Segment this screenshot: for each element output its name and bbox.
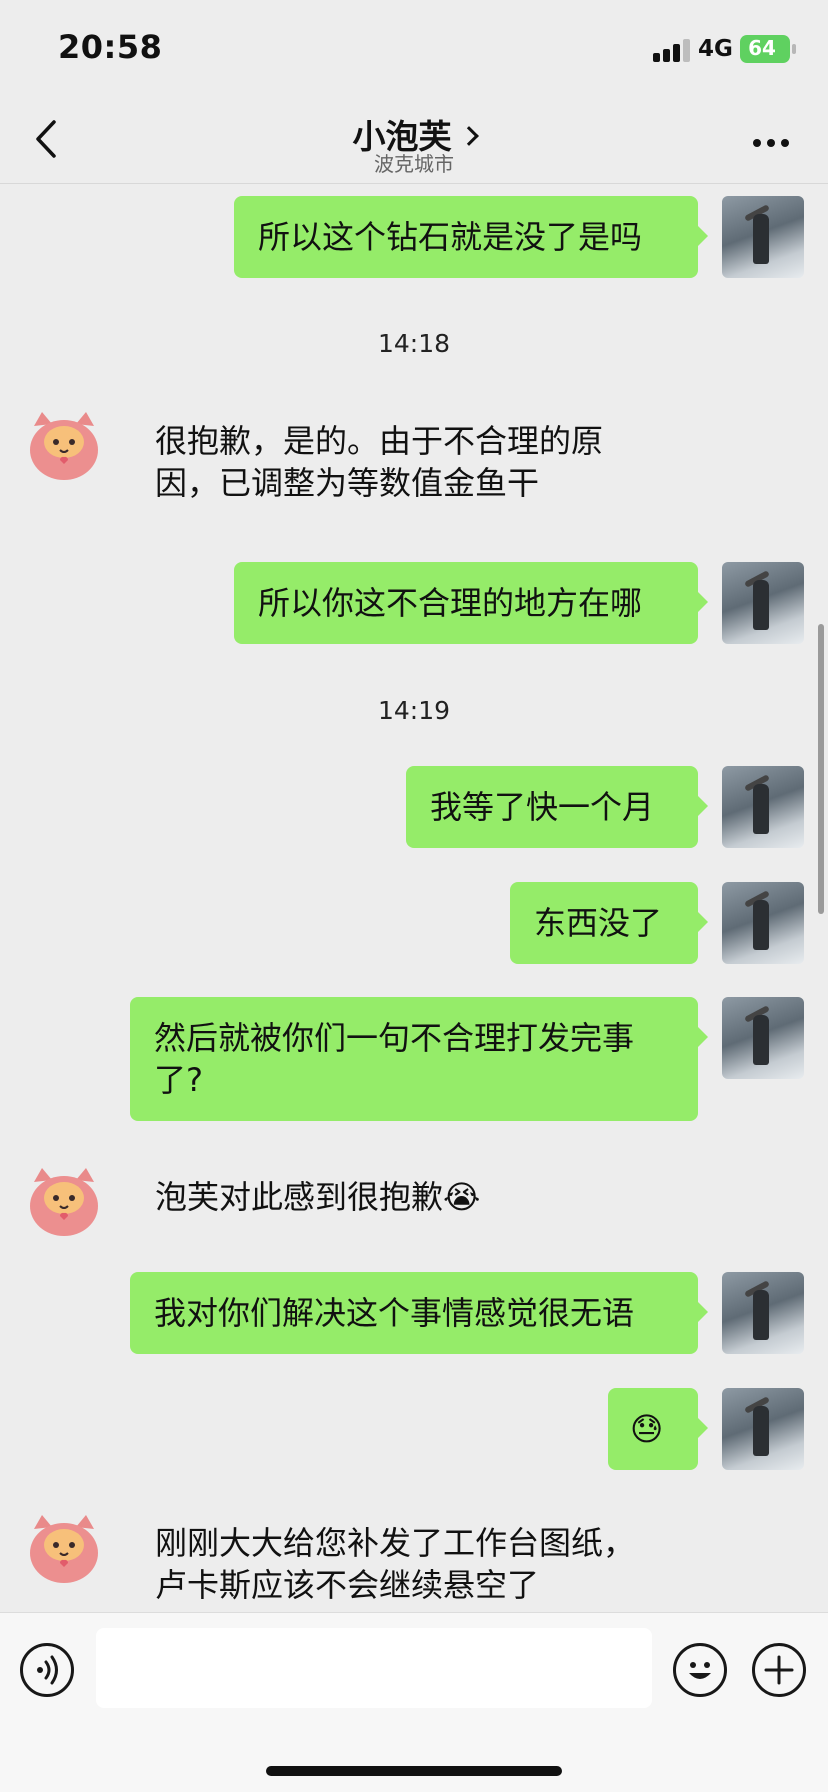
avatar[interactable]: [722, 196, 804, 278]
timestamp: 14:18: [377, 329, 451, 358]
signal-icon: [653, 38, 691, 62]
chevron-right-icon: [458, 126, 479, 146]
message-bubble-sent[interactable]: 所以你这不合理的地方在哪: [234, 562, 708, 644]
chevron-left-icon: [36, 120, 56, 158]
voice-button[interactable]: [20, 1643, 74, 1697]
message-bubble-received[interactable]: 很抱歉，是的。由于不合理的原 因，已调整为等数值金鱼干: [155, 420, 675, 504]
add-button[interactable]: [752, 1643, 806, 1697]
chat-header: 小泡芙 波克城市: [0, 100, 828, 184]
message-bubble-sent[interactable]: 东西没了: [510, 882, 708, 964]
back-button[interactable]: [24, 114, 74, 164]
message-input[interactable]: [96, 1628, 652, 1708]
message-bubble-received[interactable]: 泡芙对此感到很抱歉😭: [155, 1176, 675, 1218]
avatar[interactable]: [722, 1272, 804, 1354]
avatar-cat-icon[interactable]: [24, 1162, 104, 1242]
status-bar: 20:58 4G 64: [0, 0, 828, 100]
plus-icon: [764, 1655, 794, 1685]
home-indicator[interactable]: [266, 1766, 562, 1776]
avatar[interactable]: [722, 997, 804, 1079]
avatar[interactable]: [722, 562, 804, 644]
network-type: 4G: [698, 36, 733, 62]
message-list[interactable]: 所以这个钻石就是没了是吗 14:18 很抱歉，是的。由于不合理的原 因，已调整为…: [0, 184, 828, 1612]
emoji-button[interactable]: [673, 1643, 727, 1697]
smiley-icon: [689, 1662, 711, 1679]
battery-level: 64: [748, 36, 776, 60]
ellipsis-icon: [753, 139, 761, 147]
battery-icon: 64: [740, 35, 796, 63]
chat-subtitle: 波克城市: [374, 152, 454, 176]
avatar[interactable]: [722, 766, 804, 848]
more-button[interactable]: [745, 117, 797, 165]
message-bubble-sent-emoji[interactable]: 😓: [608, 1388, 708, 1470]
message-bubble-sent[interactable]: 我等了快一个月: [406, 766, 708, 848]
avatar[interactable]: [722, 1388, 804, 1470]
timestamp: 14:19: [377, 696, 451, 725]
message-bubble-received[interactable]: 刚刚大大给您补发了工作台图纸， 卢卡斯应该不会继续悬空了: [155, 1522, 675, 1606]
message-bubble-sent[interactable]: 我对你们解决这个事情感觉很无语: [130, 1272, 708, 1354]
voice-icon: [37, 1655, 58, 1685]
status-time: 20:58: [58, 28, 163, 66]
avatar[interactable]: [722, 882, 804, 964]
avatar-cat-icon[interactable]: [24, 1509, 104, 1589]
avatar-cat-icon[interactable]: [24, 406, 104, 486]
input-bar: [0, 1612, 828, 1792]
message-bubble-sent[interactable]: 然后就被你们一句不合理打发完事 了?: [130, 997, 708, 1121]
message-bubble-sent[interactable]: 所以这个钻石就是没了是吗: [234, 196, 708, 278]
scrollbar[interactable]: [818, 624, 824, 914]
